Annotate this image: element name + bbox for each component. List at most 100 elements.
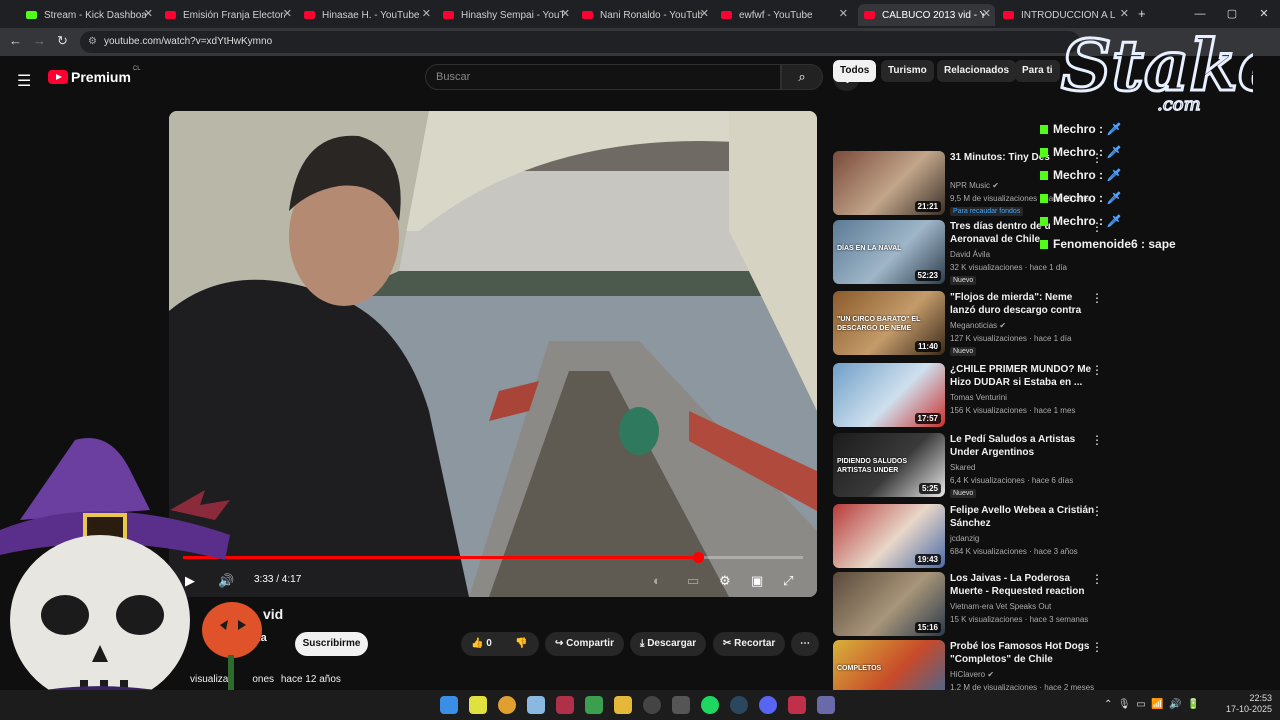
- channel-name[interactable]: Vietnam-era Vet Speaks Out: [950, 602, 1051, 611]
- new-badge: Nuevo: [950, 489, 977, 498]
- recommendation-title: Probé los Famosos Hot Dogs "Completos" d…: [950, 640, 1095, 666]
- clip-button[interactable]: ✂ Recortar: [713, 632, 786, 656]
- clock[interactable]: 22:53 17-10-2025: [1226, 693, 1272, 715]
- channel-name[interactable]: David Ávila: [950, 250, 990, 259]
- subtitles-icon[interactable]: ▭: [687, 573, 699, 589]
- download-button[interactable]: ⤓ Descargar: [630, 632, 707, 656]
- chat-username: Mechro :: [1053, 122, 1104, 136]
- channel-name[interactable]: NPR Music ✔: [950, 181, 999, 190]
- obs-icon[interactable]: [643, 696, 661, 714]
- search-button[interactable]: ⌕: [781, 64, 823, 90]
- close-tab-icon[interactable]: ✕: [839, 7, 848, 20]
- windows-start-icon[interactable]: [440, 696, 458, 714]
- video-thumbnail[interactable]: "UN CIRCO BARATO" EL DESCARGO DE NEME 11:…: [833, 291, 945, 355]
- search-input[interactable]: Buscar: [425, 64, 781, 90]
- menu-icon[interactable]: ☰: [17, 71, 31, 91]
- close-tab-icon[interactable]: ✕: [700, 7, 709, 20]
- opera-gx-icon[interactable]: [469, 696, 487, 714]
- settings-icon[interactable]: ⚙: [719, 573, 731, 589]
- system-tray-icons[interactable]: ⌃ 🎙 ▭ 📶 🔊 🔋: [1104, 699, 1200, 710]
- app-icon[interactable]: [585, 696, 603, 714]
- fullscreen-icon[interactable]: ⤢: [783, 573, 793, 589]
- media-icon[interactable]: [788, 696, 806, 714]
- forward-icon[interactable]: →: [33, 33, 46, 48]
- thumbnail-text: "UN CIRCO BARATO" EL DESCARGO DE NEME: [837, 316, 921, 332]
- more-options-icon[interactable]: ⋮: [1091, 504, 1103, 518]
- recommendation-item[interactable]: 15:16 Los Jaivas - La Poderosa Muerte - R…: [833, 572, 1103, 636]
- more-options-icon[interactable]: ⋮: [1091, 363, 1103, 377]
- chat-message: Fenomenoide6 : sape: [1040, 237, 1176, 251]
- close-tab-icon[interactable]: ✕: [422, 7, 431, 20]
- browser-tab[interactable]: Emisión Franja Electoral C✕: [159, 4, 296, 26]
- video-thumbnail[interactable]: 21:21: [833, 151, 945, 215]
- recommendation-item[interactable]: 17:57 ¿CHILE PRIMER MUNDO? Me Hizo DUDAR …: [833, 363, 1103, 427]
- close-tab-icon[interactable]: ✕: [283, 7, 292, 20]
- channel-name[interactable]: HiClavero ✔: [950, 670, 994, 679]
- file-explorer-icon[interactable]: [614, 696, 632, 714]
- gog-icon[interactable]: [672, 696, 690, 714]
- video-thumbnail[interactable]: 17:57: [833, 363, 945, 427]
- recommendation-item[interactable]: DÍAS EN LA NAVAL 52:23 Tres días dentro de…: [833, 220, 1103, 285]
- close-tab-icon[interactable]: ✕: [561, 7, 570, 20]
- steam-icon[interactable]: [730, 696, 748, 714]
- close-tab-icon[interactable]: ✕: [144, 7, 153, 20]
- back-icon[interactable]: ←: [9, 33, 22, 48]
- chat-username: Fenomenoide6 :: [1053, 237, 1146, 251]
- kick-badge-icon: [1040, 240, 1048, 249]
- stake-logo: Stake .com: [1060, 23, 1254, 115]
- site-settings-icon[interactable]: ⚙: [88, 31, 97, 53]
- browser-tab[interactable]: Hinashy Sempai - YouTub✕: [437, 4, 574, 26]
- clock-time: 22:53: [1249, 693, 1272, 703]
- view-info: 15 K visualizaciones · hace 3 semanas: [950, 615, 1089, 624]
- reload-icon[interactable]: ↻: [57, 33, 68, 49]
- subscribe-button[interactable]: Suscribirme: [295, 632, 368, 656]
- video-thumbnail[interactable]: 19:43: [833, 504, 945, 568]
- channel-name[interactable]: Meganoticias ✔: [950, 321, 1006, 330]
- more-actions-button[interactable]: ⋯: [791, 632, 819, 656]
- browser-tab[interactable]: ewfwf - YouTube ✕: [715, 4, 852, 26]
- youtube-premium-logo[interactable]: Premium CL: [48, 66, 141, 85]
- address-bar[interactable]: ⚙ youtube.com/watch?v=xdYtHwKymno: [80, 31, 1080, 53]
- progress-bar[interactable]: [183, 552, 803, 563]
- share-button[interactable]: ↪ Compartir: [545, 632, 624, 656]
- chrome-icon[interactable]: [498, 696, 516, 714]
- close-tab-icon[interactable]: ✕: [982, 7, 991, 20]
- more-options-icon[interactable]: ⋮: [1091, 640, 1103, 654]
- channel-name[interactable]: Tomas Venturini: [950, 393, 1007, 402]
- video-thumbnail[interactable]: PIDIENDO SALUDOS ARTISTAS UNDER 5:25: [833, 433, 945, 497]
- filter-chip[interactable]: Todos: [833, 60, 877, 82]
- dislike-icon: 👎: [515, 638, 528, 649]
- video-thumbnail[interactable]: 15:16: [833, 572, 945, 636]
- theater-mode-icon[interactable]: ▣: [751, 573, 763, 589]
- filter-chip[interactable]: Para ti: [1015, 60, 1060, 82]
- chat-text: sape: [1148, 237, 1176, 251]
- verified-icon: ✔: [992, 181, 999, 190]
- spotify-icon[interactable]: [701, 696, 719, 714]
- view-count: 15 K visualizaciones: [950, 615, 1023, 624]
- tab-title: Hinashy Sempai - YouTub: [461, 9, 563, 21]
- recommendation-item[interactable]: PIDIENDO SALUDOS ARTISTAS UNDER 5:25 Le Pe…: [833, 433, 1103, 498]
- dislike-button[interactable]: 👎: [505, 632, 539, 656]
- browser-tab[interactable]: Stream - Kick Dashboard ✕: [20, 4, 157, 26]
- like-button[interactable]: 👍 0: [461, 632, 505, 656]
- app-icon-2[interactable]: [817, 696, 835, 714]
- browser-tab[interactable]: CALBUCO 2013 vid - You✕: [858, 4, 995, 26]
- browser-tab[interactable]: Hinasae H. - YouTube ✕: [298, 4, 435, 26]
- recommendation-item[interactable]: "UN CIRCO BARATO" EL DESCARGO DE NEME 11:…: [833, 291, 1103, 356]
- ccleaner-icon[interactable]: [527, 696, 545, 714]
- autoplay-toggle-icon[interactable]: ◐: [653, 573, 661, 588]
- filter-chip[interactable]: Turismo: [881, 60, 934, 82]
- scrubber-handle[interactable]: [692, 552, 704, 563]
- filter-chip[interactable]: Relacionados: [937, 60, 1017, 82]
- more-options-icon[interactable]: ⋮: [1091, 291, 1103, 305]
- discord-icon[interactable]: [759, 696, 777, 714]
- more-options-icon[interactable]: ⋮: [1091, 433, 1103, 447]
- channel-name[interactable]: Skared: [950, 463, 975, 472]
- recommendation-item[interactable]: 21:21 31 Minutos: Tiny Des NPR Music ✔ 9,5 …: [833, 151, 1103, 216]
- vectorworks-icon[interactable]: [556, 696, 574, 714]
- channel-name[interactable]: jcdanzig: [950, 534, 979, 543]
- recommendation-item[interactable]: 19:43 Felipe Avello Webea a Cristián Sánc…: [833, 504, 1103, 568]
- video-thumbnail[interactable]: DÍAS EN LA NAVAL 52:23: [833, 220, 945, 284]
- more-options-icon[interactable]: ⋮: [1091, 572, 1103, 586]
- browser-tab[interactable]: Nani Ronaldo - YouTube ✕: [576, 4, 713, 26]
